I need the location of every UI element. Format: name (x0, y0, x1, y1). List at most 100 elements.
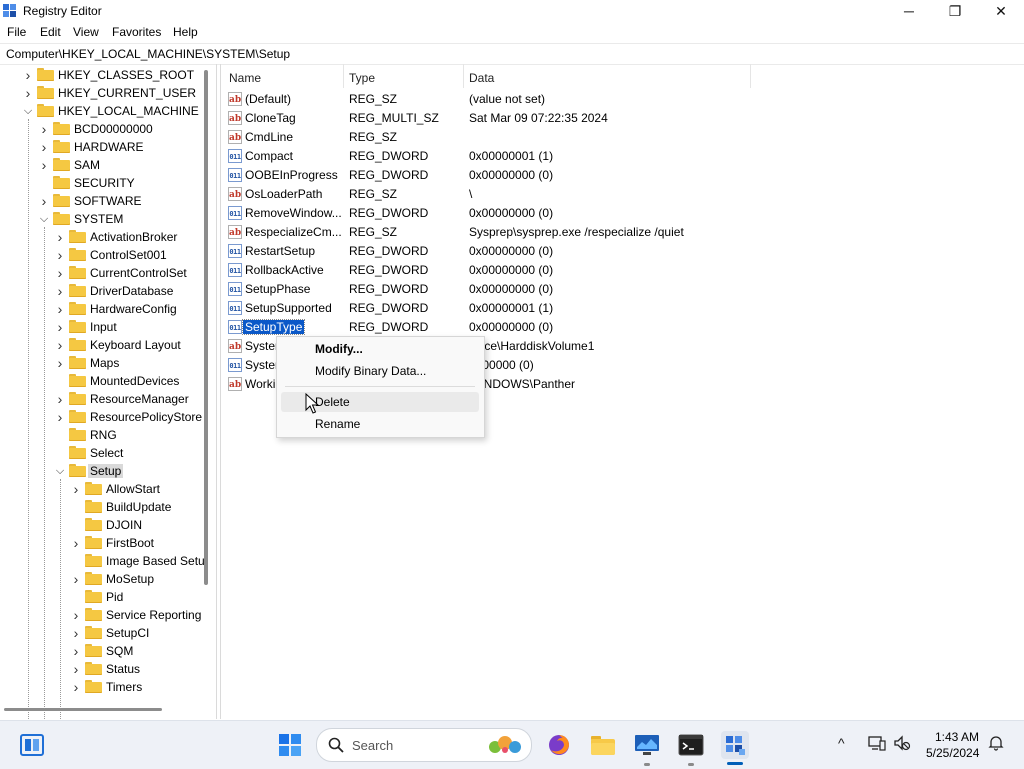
chevron-right-icon[interactable]: › (70, 534, 82, 552)
menu-item-modify[interactable]: Modify... (281, 339, 479, 359)
chevron-right-icon[interactable]: › (38, 138, 50, 156)
tree-item[interactable]: Image Based Setu (0, 552, 214, 570)
value-row[interactable]: ab OsLoaderPath REG_SZ \ (226, 185, 746, 204)
menu-file[interactable]: File (7, 25, 26, 39)
chevron-right-icon[interactable]: › (54, 408, 66, 426)
chevron-right-icon[interactable]: › (70, 660, 82, 678)
tree-item[interactable]: › Status (0, 660, 214, 678)
tree-item[interactable]: › HARDWARE (0, 138, 214, 156)
chevron-right-icon[interactable]: › (38, 192, 50, 210)
chevron-right-icon[interactable]: › (54, 264, 66, 282)
address-bar[interactable]: Computer\HKEY_LOCAL_MACHINE\SYSTEM\Setup (0, 43, 1024, 65)
column-header-type[interactable]: Type (349, 71, 375, 85)
menu-item-rename[interactable]: Rename (281, 414, 479, 434)
clock-date[interactable]: 5/25/2024 (926, 746, 979, 760)
chevron-down-icon[interactable]: ⌵ (54, 462, 66, 480)
column-header-data[interactable]: Data (469, 71, 494, 85)
value-row[interactable]: 011 Compact REG_DWORD 0x00000001 (1) (226, 147, 746, 166)
chevron-right-icon[interactable]: › (54, 228, 66, 246)
chevron-right-icon[interactable]: › (70, 624, 82, 642)
menu-item-modify-binary[interactable]: Modify Binary Data... (281, 361, 479, 381)
tree-item[interactable]: › FirstBoot (0, 534, 214, 552)
value-row[interactable]: 011 RemoveWindow... REG_DWORD 0x00000000 (0… (226, 204, 746, 223)
tree-item[interactable]: › SAM (0, 156, 214, 174)
tree-item[interactable]: › DriverDatabase (0, 282, 214, 300)
value-row[interactable]: ab RespecializeCm... REG_SZ Sysprep\sysprep… (226, 223, 746, 242)
chevron-down-icon[interactable]: ⌵ (22, 102, 34, 120)
value-row[interactable]: 011 SetupPhase REG_DWORD 0x00000000 (0) (226, 280, 746, 299)
minimize-button[interactable]: ─ (886, 0, 932, 22)
tree-item[interactable]: › Service Reporting (0, 606, 214, 624)
chevron-right-icon[interactable]: › (70, 642, 82, 660)
column-header-name[interactable]: Name (229, 71, 261, 85)
tree-item[interactable]: ⌵ SYSTEM (0, 210, 214, 228)
column-divider[interactable] (750, 64, 751, 88)
tree-item[interactable]: DJOIN (0, 516, 214, 534)
menu-help[interactable]: Help (173, 25, 198, 39)
chevron-right-icon[interactable]: › (54, 336, 66, 354)
tree-item[interactable]: ⌵ Setup (0, 462, 214, 480)
menu-view[interactable]: View (73, 25, 99, 39)
tree-item[interactable]: › ResourceManager (0, 390, 214, 408)
value-row[interactable]: 011 OOBEInProgress REG_DWORD 0x00000000 (0) (226, 166, 746, 185)
chevron-right-icon[interactable]: › (38, 156, 50, 174)
tree-item[interactable]: Select (0, 444, 214, 462)
tree-item[interactable]: › SOFTWARE (0, 192, 214, 210)
chevron-right-icon[interactable]: › (54, 390, 66, 408)
chevron-right-icon[interactable]: › (38, 120, 50, 138)
tree-item[interactable]: › HardwareConfig (0, 300, 214, 318)
firefox-icon[interactable] (545, 731, 573, 759)
file-explorer-icon[interactable] (589, 731, 617, 759)
tree-horizontal-scrollbar[interactable] (4, 708, 162, 711)
value-row[interactable]: 011 RollbackActive REG_DWORD 0x00000000 (0) (226, 261, 746, 280)
tree-item[interactable]: › ResourcePolicyStore (0, 408, 214, 426)
tree-item[interactable]: SECURITY (0, 174, 214, 192)
tree-item[interactable]: › HKEY_CURRENT_USER (0, 84, 214, 102)
tree-item[interactable]: › Timers (0, 678, 214, 696)
chevron-right-icon[interactable]: › (54, 246, 66, 264)
tree-item[interactable]: › BCD00000000 (0, 120, 214, 138)
menu-favorites[interactable]: Favorites (112, 25, 161, 39)
network-icon[interactable] (868, 735, 886, 754)
registry-editor-icon[interactable] (721, 731, 749, 759)
tree-item[interactable]: › ControlSet001 (0, 246, 214, 264)
clock-time[interactable]: 1:43 AM (935, 730, 979, 744)
tree-item[interactable]: › SetupCI (0, 624, 214, 642)
widgets-icon[interactable] (18, 731, 46, 759)
chevron-right-icon[interactable]: › (22, 66, 34, 84)
tree-item[interactable]: › MoSetup (0, 570, 214, 588)
chevron-right-icon[interactable]: › (70, 606, 82, 624)
chevron-down-icon[interactable]: ⌵ (38, 210, 50, 228)
tree-vertical-scrollbar[interactable] (204, 70, 208, 585)
chevron-up-icon[interactable]: ^ (838, 735, 845, 751)
chevron-right-icon[interactable]: › (54, 318, 66, 336)
value-row[interactable]: ab CmdLine REG_SZ (226, 128, 746, 147)
value-row[interactable]: 011 RestartSetup REG_DWORD 0x00000000 (0) (226, 242, 746, 261)
monitor-app-icon[interactable] (633, 731, 661, 759)
value-row[interactable]: ab (Default) REG_SZ (value not set) (226, 90, 746, 109)
menu-edit[interactable]: Edit (40, 25, 61, 39)
chevron-right-icon[interactable]: › (70, 678, 82, 696)
chevron-right-icon[interactable]: › (54, 300, 66, 318)
chevron-right-icon[interactable]: › (70, 480, 82, 498)
column-divider[interactable] (463, 64, 464, 88)
column-divider[interactable] (343, 64, 344, 88)
tree-item[interactable]: RNG (0, 426, 214, 444)
notifications-icon[interactable] (988, 735, 1004, 754)
taskbar-search-box[interactable]: Search (316, 728, 532, 762)
close-button[interactable]: ✕ (978, 0, 1024, 22)
value-row[interactable]: ab CloneTag REG_MULTI_SZ Sat Mar 09 07:22:3… (226, 109, 746, 128)
maximize-button[interactable]: ❐ (932, 0, 978, 22)
chevron-right-icon[interactable]: › (70, 570, 82, 588)
tree-item[interactable]: › ActivationBroker (0, 228, 214, 246)
terminal-icon[interactable] (677, 731, 705, 759)
chevron-right-icon[interactable]: › (22, 84, 34, 102)
tree-item[interactable]: MountedDevices (0, 372, 214, 390)
tree-item[interactable]: › Input (0, 318, 214, 336)
start-icon[interactable] (276, 731, 304, 759)
tree-item[interactable]: BuildUpdate (0, 498, 214, 516)
tree-item[interactable]: › SQM (0, 642, 214, 660)
tree-item[interactable]: Pid (0, 588, 214, 606)
value-row[interactable]: 011 SetupType REG_DWORD 0x00000000 (0) (226, 318, 746, 337)
tree-item[interactable]: › HKEY_CLASSES_ROOT (0, 66, 214, 84)
